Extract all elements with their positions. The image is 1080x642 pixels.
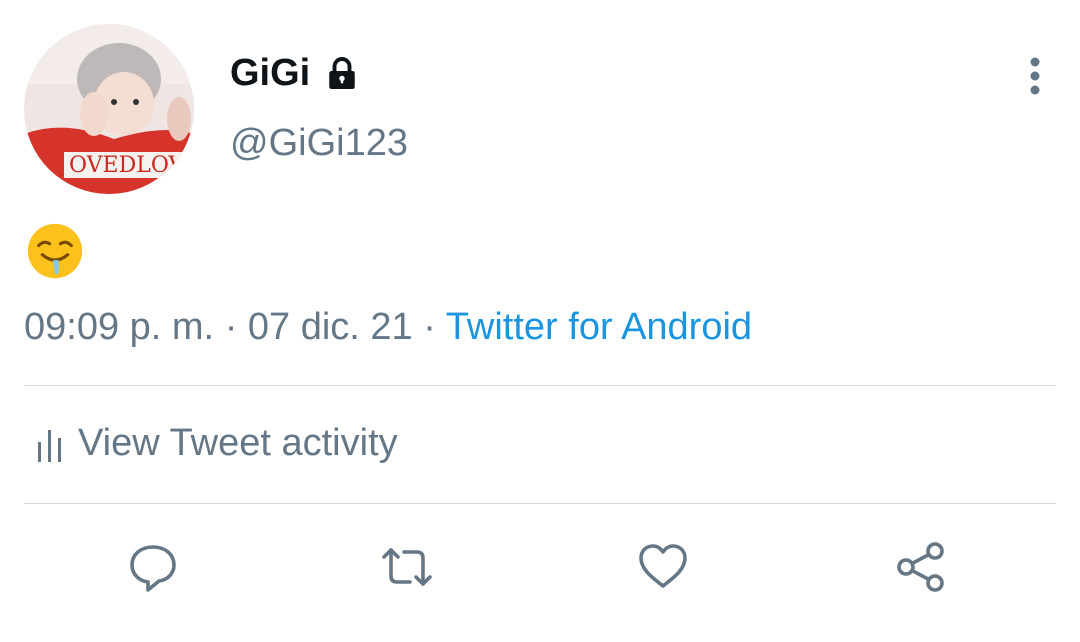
reply-icon[interactable] — [126, 540, 180, 594]
author-handle[interactable]: @GiGi123 — [230, 122, 408, 165]
divider — [24, 503, 1056, 504]
avatar-image: OVEDLOVE — [24, 24, 194, 194]
author-name-row: GiGi — [230, 52, 360, 95]
svg-text:OVEDLOVE: OVEDLOVE — [69, 153, 194, 178]
tweet-date: 07 dic. 21 — [247, 306, 413, 348]
lock-icon — [329, 56, 355, 89]
drooling-face-emoji — [27, 223, 83, 279]
meta-separator: · — [224, 306, 238, 348]
like-heart-icon[interactable] — [636, 540, 690, 594]
view-tweet-activity-label: View Tweet activity — [78, 422, 398, 464]
meta-separator: · — [423, 306, 436, 348]
author-name[interactable]: GiGi — [230, 52, 310, 95]
more-vertical-icon[interactable] — [1018, 56, 1052, 96]
share-icon[interactable] — [894, 540, 948, 594]
divider — [24, 385, 1056, 386]
tweet-source-link[interactable]: Twitter for Android — [446, 306, 752, 348]
view-tweet-activity-button[interactable]: View Tweet activity — [36, 422, 398, 465]
tweet-time: 09:09 p. m. — [24, 306, 215, 348]
retweet-icon[interactable] — [380, 540, 434, 594]
tweet-meta: 09:09 p. m. · 07 dic. 21 · Twitter for A… — [24, 306, 752, 349]
avatar[interactable]: OVEDLOVE — [24, 24, 194, 194]
bar-chart-icon — [38, 429, 61, 462]
